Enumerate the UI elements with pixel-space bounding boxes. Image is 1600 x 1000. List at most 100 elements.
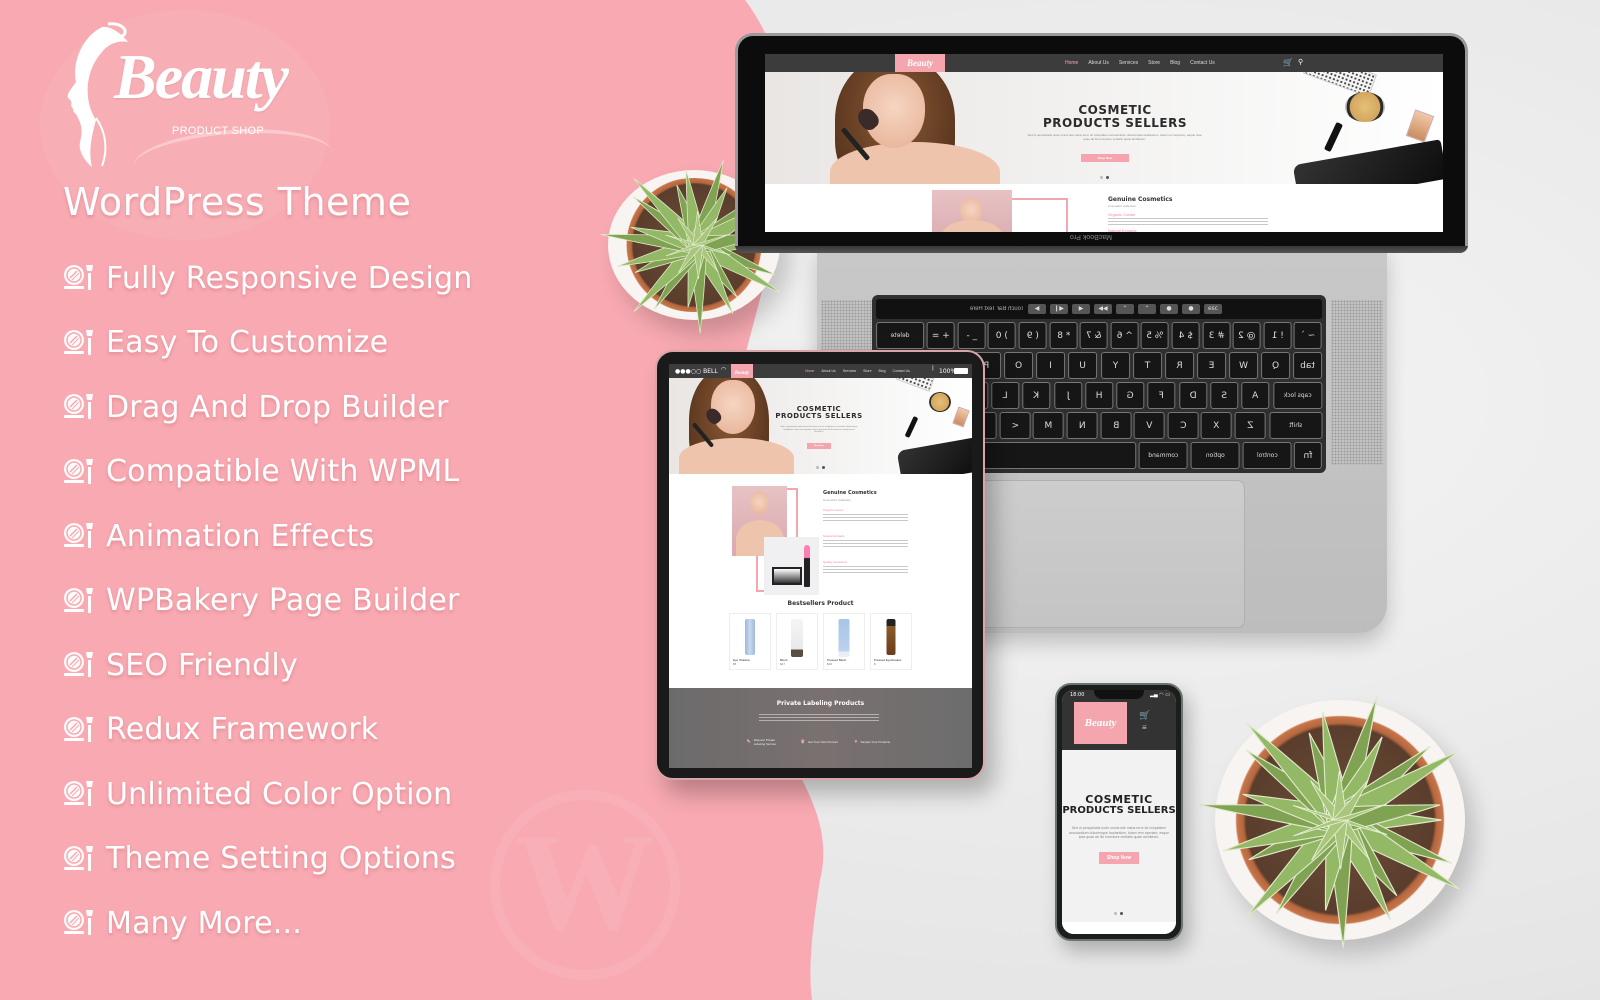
keyboard-key: tab [1293,352,1323,379]
keyboard-key: & 7 [1080,322,1108,349]
keyboard-key: V [1134,412,1165,439]
wifi-icon: ◠ [721,367,727,373]
laptop-speaker-right [1331,300,1383,465]
cart-icon[interactable]: 🛒 [1139,710,1150,721]
keyboard-key: Y [1100,352,1130,379]
tablet-nav-items: Home About Us Services Store Blog Contact Us [805,369,917,373]
keyboard-key: fn [1294,442,1323,469]
keyboard-key: Q [1260,352,1291,379]
nav-item-about-us[interactable]: About Us [1088,60,1109,66]
compact-mirror [772,567,802,585]
site-logo[interactable]: Beauty [1074,702,1127,744]
keyboard-key: W [1228,352,1258,379]
slider-dot-active[interactable] [1120,912,1123,915]
site-logo[interactable]: Beauty [895,54,945,74]
mirror-brush-icon [62,908,94,938]
feature-label: Compatible With WPML [106,454,460,490]
space-key [979,442,1137,469]
nav-item-blog[interactable]: Blog [1170,60,1180,66]
shop-now-button[interactable]: Shop Now [807,443,831,449]
phone-notch [1094,690,1144,699]
feature-label: WPBakery Page Builder [106,583,460,619]
nav-item-contact-us[interactable]: Contact Us [1190,60,1215,66]
feature-item: Animation Effects [62,504,472,569]
nav-item-home[interactable]: Home [1065,60,1078,66]
feature-item: Fully Responsive Design [62,246,472,311]
keyboard-key: K [1022,382,1051,409]
mirror-brush-icon [62,844,94,874]
nav-item-home[interactable]: Home [805,369,814,373]
text-lines [759,714,879,723]
touchbar-text: Touch Bar Text Here [969,306,1024,312]
product-image [745,619,755,655]
cosmetics-flatlay [889,378,972,474]
slider-dots[interactable] [816,466,825,469]
slider-dot-active[interactable] [822,466,825,469]
slider-dots[interactable] [1114,912,1123,915]
product-grid: Eye Shadow $5 Blush $27 Pressed Blush $16 Pres… [669,613,972,670]
slider-dot-active[interactable] [1106,176,1109,179]
about-subtitle: Cosmetics Collection [823,498,852,502]
feature-item: Theme Setting Options [62,827,472,892]
key-row: delete + = _ -) 0( 9 * 8 & 7 ^ 6% 5 $ 4 # 3 @ 2!… [876,322,1323,349]
keyboard-key: $ 4 [1171,322,1200,349]
keyboard-key: ) 0 [988,322,1016,349]
product-card[interactable]: Eye Shadow $5 [729,613,771,670]
product-card[interactable]: Blush $27 [776,613,818,670]
menu-icon[interactable]: ≡ [1142,723,1147,732]
face [711,380,755,434]
private-feature-label: Request Private Labeling Service [753,738,776,746]
nav-item-about-us[interactable]: About Us [821,369,835,373]
brush-icon: ✎ [746,739,751,745]
phone-screen: 18:00 ▂▄ ◠ ▭ Beauty 🛒 ≡ COSMETIC PRODUCT… [1062,690,1176,934]
signal-icon: ▂▄ ◠ ▭ [1150,692,1170,698]
product-image [791,619,803,657]
search-icon[interactable]: ⚲ [1298,58,1303,66]
feature-label: Many More... [106,905,302,941]
nav-item-store[interactable]: Store [1148,60,1160,66]
tablet-about-section: Genuine Cosmetics Cosmetics Collection O… [669,474,972,596]
battery-icon [954,368,968,374]
keyboard-key: T [1132,352,1162,379]
laptop-trackpad [953,480,1245,628]
hero-title: COSMETIC PRODUCTS SELLERS [1005,104,1225,129]
product-card[interactable]: Pressed Blush $16 [823,613,865,670]
makeup-pouch [1292,139,1443,184]
about-title: Genuine Cosmetics [823,490,877,496]
shop-now-button[interactable]: Shop Now [1081,154,1129,162]
phone-content-below [1062,922,1176,934]
private-labeling-title: Private Labeling Products [776,700,865,707]
private-labeling-feature: ♛ Get Your Own Product [801,738,841,746]
feature-item: Unlimited Color Option [62,762,472,827]
nav-item-blog[interactable]: Blog [879,369,886,373]
lipstick-photo [764,537,819,595]
lipstick [1323,121,1344,153]
feature-label: Easy To Customize [106,325,389,361]
hero-title: COSMETIC PRODUCTS SELLERS [769,405,869,421]
cart-icon[interactable]: 🛒 [1283,58,1293,67]
touchbar-key: esc [1204,304,1222,314]
shop-now-button[interactable]: Shop Now [1099,852,1139,864]
bestsellers-title: Bestsellers Product [787,600,854,607]
about-point: Organic Cream [1108,212,1136,217]
nav-item-services[interactable]: Services [843,369,856,373]
product-price: $16 [827,662,833,666]
nav-item-services[interactable]: Services [1119,60,1138,66]
product-image [886,619,896,655]
keyboard-key: < [999,412,1031,439]
feature-item: SEO Friendly [62,633,472,698]
product-card[interactable]: Pressed Eyeshadow $ [870,613,912,670]
private-labeling-features: ✎ Request Private Labeling Service ♛ Get Yo… [669,738,972,746]
keyboard-key: option [1190,442,1240,469]
mirror-brush-icon [62,328,94,358]
feature-label: SEO Friendly [106,647,298,683]
nav-item-contact-us[interactable]: Contact Us [893,369,910,373]
nav-item-store[interactable]: Store [863,369,871,373]
mirror-brush-icon [62,521,94,551]
slider-dot[interactable] [1114,912,1117,915]
slider-dot[interactable] [1100,176,1103,179]
slider-dots[interactable] [1100,176,1109,179]
text-lines [1108,218,1268,227]
hero-title-line1: COSMETIC [1085,793,1153,806]
slider-dot[interactable] [816,466,819,469]
